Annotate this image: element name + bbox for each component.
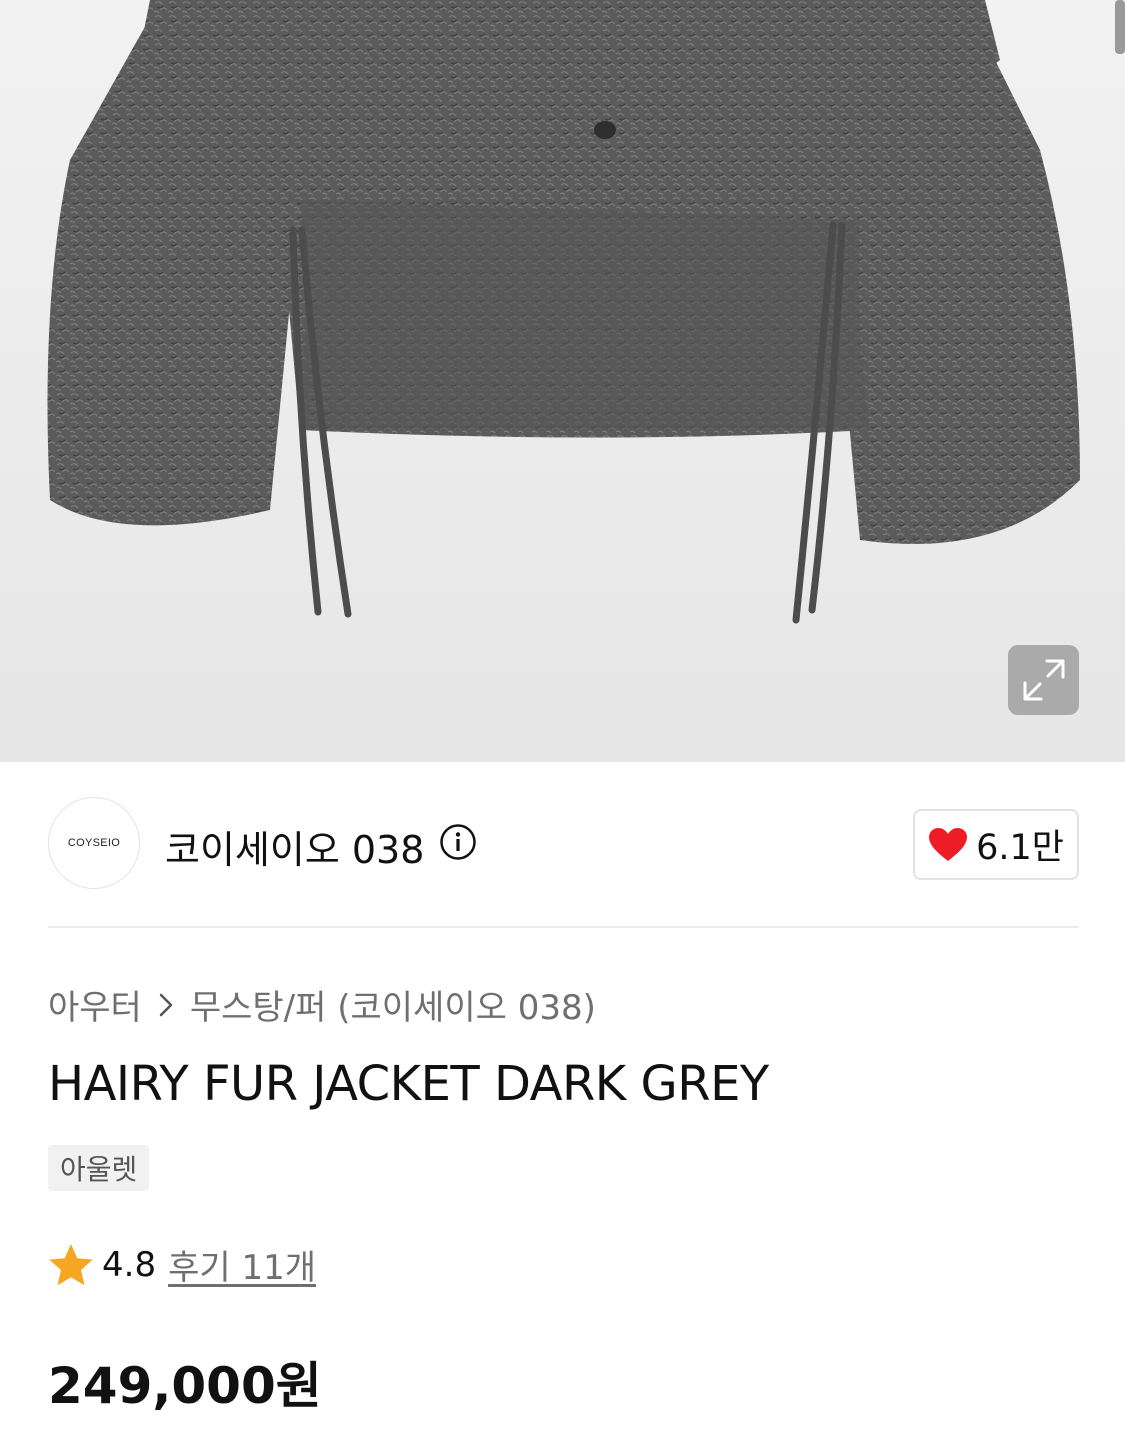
product-price: 249,000원 — [48, 1357, 322, 1415]
expand-image-button[interactable] — [1008, 645, 1079, 715]
brand-like-button[interactable]: 6.1만 — [913, 809, 1079, 880]
breadcrumb-category[interactable]: 아우터 — [48, 980, 142, 1029]
brand-logo[interactable]: COYSEIO — [48, 797, 140, 889]
review-link[interactable]: 후기 11개 — [168, 1240, 316, 1289]
brand-logo-text: COYSEIO — [67, 837, 121, 849]
breadcrumb-subcategory[interactable]: 무스탕/퍼 (코이세이오 038) — [190, 980, 596, 1029]
rating-value: 4.8 — [102, 1244, 157, 1285]
breadcrumb: 아우터 무스탕/퍼 (코이세이오 038) — [48, 980, 596, 1029]
info-icon[interactable] — [439, 823, 477, 861]
jacket-photo — [47, 0, 1080, 624]
outlet-badge: 아울렛 — [48, 1145, 150, 1191]
heart-icon — [929, 827, 968, 861]
scrollbar[interactable] — [1115, 0, 1125, 54]
chevron-right-icon — [159, 993, 173, 1016]
product-image[interactable] — [0, 0, 1125, 762]
divider — [48, 926, 1079, 928]
star-icon — [49, 1243, 93, 1285]
rating-row: 4.8 후기 11개 — [48, 1240, 316, 1289]
product-title: HAIRY FUR JACKET DARK GREY — [48, 1056, 769, 1112]
brand-row: COYSEIO 코이세이오 038 6.1만 — [48, 797, 1079, 891]
expand-icon — [1023, 659, 1064, 701]
brand-name[interactable]: 코이세이오 038 — [165, 819, 424, 874]
like-count: 6.1만 — [976, 828, 1064, 868]
